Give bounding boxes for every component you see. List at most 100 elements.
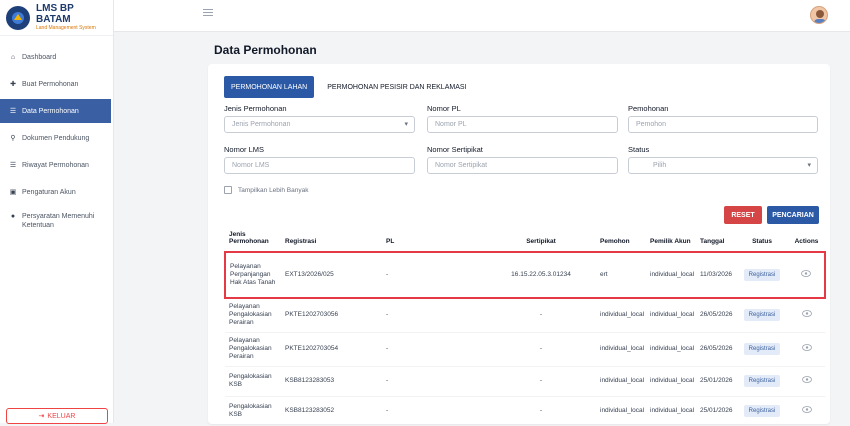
col-header-sertipikat: Sertipikat <box>526 238 556 245</box>
cell-jenis: Pelayanan Pengalokasian Perairan <box>229 303 272 327</box>
sidebar-item-dokumen-pendukung[interactable]: ⚲ Dokumen Pendukung <box>0 126 113 150</box>
show-more-checkbox[interactable] <box>224 186 232 194</box>
view-eye-icon[interactable] <box>801 406 812 414</box>
col-header-actions: Actions <box>794 238 819 245</box>
table-row[interactable]: Pelayanan Pengalokasian Perairan PKTE120… <box>225 332 825 366</box>
cell-jenis: Pelayanan Pengalokasian Perairan <box>229 337 272 360</box>
view-eye-icon[interactable] <box>801 376 812 383</box>
sidebar-item-buat-permohonan[interactable]: ✚ Buat Permohonan <box>0 72 113 96</box>
brand: LMS BP BATAM Land Management System <box>0 0 113 36</box>
table-row[interactable]: Pengalokasian KSB KSB8123283053 - - indi… <box>225 366 825 396</box>
sidebar-item-pengaturan-akun[interactable]: ▣ Pengaturan Akun <box>0 180 113 204</box>
cell-registrasi: KSB8123283053 <box>285 377 335 384</box>
table-row[interactable]: Pelayanan Pengalokasian Perairan PKTE120… <box>225 298 825 332</box>
cell-tanggal: 11/03/2026 <box>696 251 736 299</box>
col-header-jenis: Jenis Permohonan <box>229 231 269 245</box>
cell-sertipikat: - <box>539 311 543 319</box>
jenis-permohonan-select[interactable]: Jenis Permohonan ▾ <box>224 116 415 133</box>
chevron-down-icon: ▾ <box>807 162 811 169</box>
status-badge: Registrasi <box>743 309 781 322</box>
plus-icon: ✚ <box>10 81 16 88</box>
nomor-sertipikat-placeholder: Nomor Sertipikat <box>435 162 488 169</box>
tab-permohonan-lahan[interactable]: PERMOHONAN LAHAN <box>224 76 315 98</box>
sidebar-nav: ⌂ Dashboard ✚ Buat Permohonan ☰ Data Per… <box>0 45 113 237</box>
table-row[interactable]: Pelayanan Perpanjangan Hak Atas Tanah EX… <box>224 251 826 299</box>
home-icon: ⌂ <box>10 53 16 61</box>
nomor-pl-label: Nomor PL <box>427 104 461 113</box>
page-title: Data Permohonan <box>214 43 317 57</box>
sidebar-item-label: Data Permohonan <box>22 107 79 115</box>
cell-sertipikat: - <box>539 407 543 415</box>
cell-pemilik: individual_local <box>650 407 695 415</box>
cell-registrasi: KSB8123283052 <box>285 407 335 415</box>
view-eye-icon[interactable] <box>801 344 812 351</box>
chevron-down-icon: ▾ <box>404 121 408 128</box>
cell-sertipikat: 16.15.22.05.3.01234 <box>486 251 596 299</box>
table-header-row: Jenis Permohonan Registrasi PL Sertipika… <box>225 228 825 252</box>
cell-pemilik: individual_local <box>650 345 695 352</box>
col-header-registrasi: Registrasi <box>285 238 317 245</box>
cell-pemohon: individual_local <box>600 311 645 319</box>
cell-sertipikat: - <box>539 345 543 352</box>
nomor-lms-placeholder: Nomor LMS <box>232 162 270 169</box>
tab-permohonan-pesisir[interactable]: PERMOHONAN PESISIR DAN REKLAMASI <box>320 76 473 98</box>
status-badge: Registrasi <box>743 375 781 387</box>
cell-pl: - <box>386 345 389 352</box>
nomor-sertipikat-input[interactable]: Nomor Sertipikat <box>427 157 618 174</box>
col-header-tanggal: Tanggal <box>700 238 725 245</box>
sidebar-item-label: Dashboard <box>22 53 57 61</box>
cell-pl: - <box>386 311 389 319</box>
avatar[interactable] <box>810 6 828 24</box>
sidebar-item-label: Dokumen Pendukung <box>22 134 90 142</box>
search-button[interactable]: PENCARIAN <box>767 206 819 224</box>
col-header-status: Status <box>752 238 772 245</box>
sidebar: LMS BP BATAM Land Management System ⌂ Da… <box>0 0 114 424</box>
cell-pl: - <box>382 251 486 299</box>
logout-icon: ⇥ <box>38 413 45 420</box>
brand-title: LMS BP BATAM <box>36 3 74 25</box>
cell-pemohon: individual_local <box>600 407 645 415</box>
nomor-lms-label: Nomor LMS <box>224 145 265 154</box>
topbar <box>114 0 850 32</box>
tab-bar: PERMOHONAN LAHAN PERMOHONAN PESISIR DAN … <box>224 76 480 98</box>
view-eye-icon[interactable] <box>801 310 812 318</box>
cell-registrasi: PKTE1202703054 <box>285 345 339 352</box>
cell-jenis: Pengalokasian KSB <box>229 403 272 419</box>
sidebar-item-dashboard[interactable]: ⌂ Dashboard <box>0 45 113 69</box>
table-row[interactable]: Pengalokasian KSB KSB8123283052 - - indi… <box>225 396 825 426</box>
list-icon: ☰ <box>9 108 17 115</box>
logo-icon <box>6 5 30 30</box>
status-label: Status <box>628 145 650 154</box>
cell-tanggal: 26/05/2026 <box>700 311 733 319</box>
brand-subtitle: Land Management System <box>36 25 96 31</box>
hamburger-menu-icon[interactable] <box>203 9 213 17</box>
history-icon: ☰ <box>9 162 17 169</box>
cell-tanggal: 25/01/2026 <box>700 407 733 415</box>
col-header-pemohon: Pemohon <box>600 238 630 245</box>
status-select[interactable]: Pilih ▾ <box>628 157 818 174</box>
sidebar-item-label: Pengaturan Akun <box>22 188 76 196</box>
sidebar-item-persyaratan[interactable]: ● Persyaratan Memenuhi Ketentuan <box>0 207 113 237</box>
cell-pemilik: individual_local <box>650 377 695 384</box>
status-badge: Registrasi <box>743 405 781 418</box>
cell-pemohon: individual_local <box>600 377 645 384</box>
nomor-pl-input[interactable]: Nomor PL <box>427 116 618 133</box>
logout-button[interactable]: ⇥ KELUAR <box>6 408 108 424</box>
cell-registrasi: PKTE1202703056 <box>285 311 339 319</box>
user-settings-icon: ▣ <box>9 189 17 196</box>
logout-label: KELUAR <box>47 412 76 420</box>
pemohon-input[interactable]: Pemohon <box>628 116 818 133</box>
pemohon-placeholder: Pemohon <box>636 121 666 128</box>
sidebar-item-riwayat-permohonan[interactable]: ☰ Riwayat Permohonan <box>0 153 113 177</box>
col-header-pemilik: Pemilik Akun <box>650 238 691 245</box>
nomor-lms-input[interactable]: Nomor LMS <box>224 157 415 174</box>
show-more-toggle[interactable]: Tampilkan Lebih Banyak <box>224 186 308 194</box>
cell-registrasi: EXT13/2026/025 <box>281 251 382 299</box>
sidebar-item-data-permohonan[interactable]: ☰ Data Permohonan <box>0 99 111 123</box>
status-badge: Registrasi <box>743 343 781 355</box>
cell-pl: - <box>386 377 389 384</box>
cell-pemilik: individual_local <box>650 311 695 319</box>
cell-pemohon: individual_local <box>600 345 645 352</box>
view-eye-icon[interactable] <box>801 270 811 277</box>
reset-button[interactable]: RESET <box>724 206 762 224</box>
